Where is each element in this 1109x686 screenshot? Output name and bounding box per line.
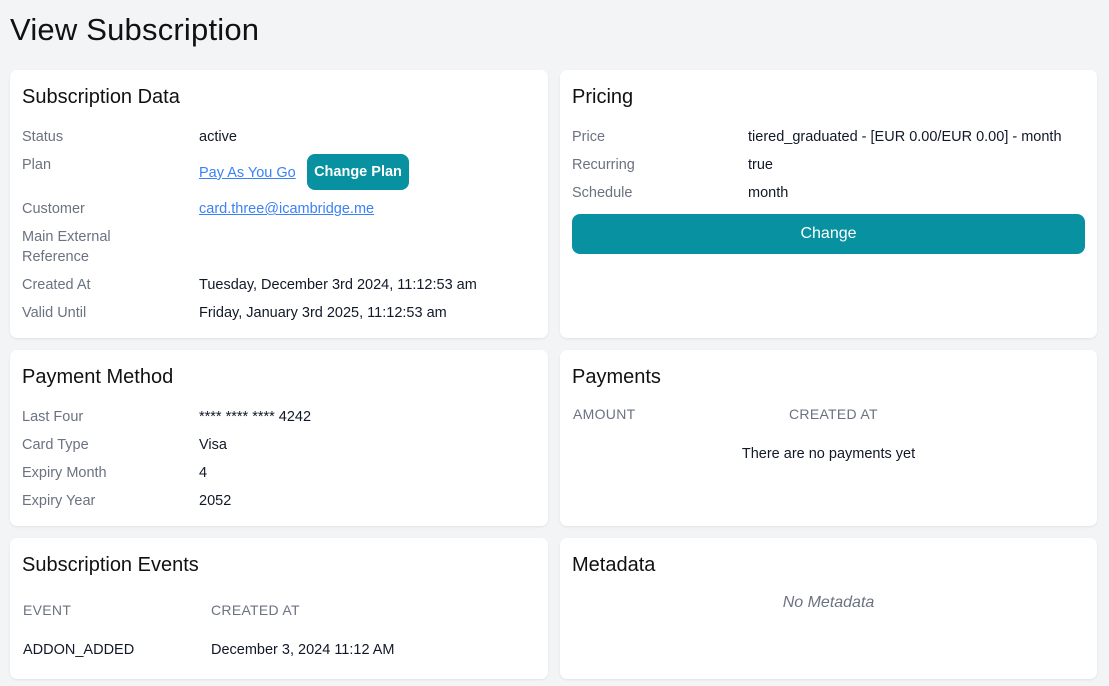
expiry-month-label: Expiry Month — [22, 465, 107, 481]
subscription-events-card: Subscription Events EVENT CREATED AT ADD… — [10, 538, 548, 679]
schedule-label: Schedule — [572, 185, 633, 201]
last-four-label: Last Four — [22, 409, 84, 425]
metadata-title: Metadata — [572, 554, 656, 576]
card-type-label: Card Type — [22, 437, 89, 453]
created-at-value: Tuesday, December 3rd 2024, 11:12:53 am — [199, 277, 477, 293]
recurring-label: Recurring — [572, 157, 635, 173]
pricing-title: Pricing — [572, 86, 634, 108]
change-pricing-button[interactable]: Change — [572, 214, 1085, 254]
valid-until-value: Friday, January 3rd 2025, 11:12:53 am — [199, 305, 447, 321]
payments-card: Payments AMOUNT CREATED AT There are no … — [560, 350, 1097, 526]
expiry-month-value: 4 — [199, 465, 208, 481]
events-created-at-header: CREATED AT — [211, 602, 300, 618]
pricing-card: Pricing Price tiered_graduated - [EUR 0.… — [560, 70, 1097, 338]
payments-title: Payments — [572, 366, 661, 388]
recurring-value: true — [748, 157, 773, 173]
customer-email-link[interactable]: card.three@icambridge.me — [199, 199, 374, 219]
change-plan-button[interactable]: Change Plan — [307, 154, 409, 190]
schedule-value: month — [748, 185, 789, 201]
page-title: View Subscription — [10, 12, 260, 47]
payment-method-card: Payment Method Last Four **** **** **** … — [10, 350, 548, 526]
payment-method-title: Payment Method — [22, 366, 174, 388]
subscription-events-title: Subscription Events — [22, 554, 199, 576]
plan-link[interactable]: Pay As You Go — [199, 163, 296, 183]
main-external-reference-label-line2: Reference — [22, 249, 89, 265]
subscription-data-title: Subscription Data — [22, 86, 180, 108]
payments-empty-message: There are no payments yet — [741, 446, 916, 462]
expiry-year-label: Expiry Year — [22, 493, 96, 509]
status-value: active — [199, 129, 237, 145]
event-row-event: ADDON_ADDED — [23, 642, 135, 658]
last-four-value: **** **** **** 4242 — [199, 409, 312, 425]
metadata-empty-message: No Metadata — [782, 594, 875, 611]
event-row-created-at: December 3, 2024 11:12 AM — [211, 642, 395, 658]
metadata-card: Metadata No Metadata — [560, 538, 1097, 679]
valid-until-label: Valid Until — [22, 305, 87, 321]
main-external-reference-label-line1: Main External — [22, 229, 111, 245]
plan-label: Plan — [22, 157, 52, 173]
status-label: Status — [22, 129, 64, 145]
events-event-header: EVENT — [23, 602, 72, 618]
price-label: Price — [572, 129, 606, 145]
payments-created-at-header: CREATED AT — [789, 406, 878, 422]
card-type-value: Visa — [199, 437, 227, 453]
subscription-data-card: Subscription Data Status active Plan Pay… — [10, 70, 548, 338]
price-value: tiered_graduated - [EUR 0.00/EUR 0.00] -… — [748, 129, 1062, 145]
expiry-year-value: 2052 — [199, 493, 232, 509]
payments-amount-header: AMOUNT — [573, 406, 636, 422]
customer-label: Customer — [22, 201, 85, 217]
created-at-label: Created At — [22, 277, 91, 293]
